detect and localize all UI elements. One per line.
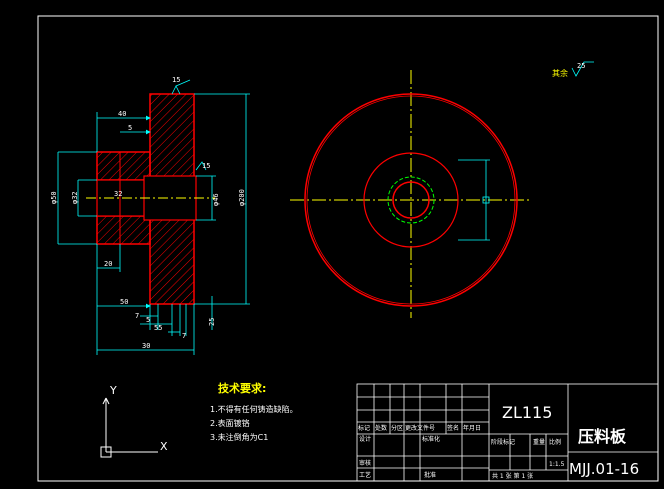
- ucs-axis-icon: [100, 397, 158, 458]
- side-view: [290, 70, 530, 318]
- flange-bore: [143, 175, 197, 221]
- front-section-view: [86, 93, 215, 305]
- roughness-note: 其余 25: [552, 61, 594, 78]
- tb-product-code: ZL115: [502, 403, 552, 422]
- dim-50: 50: [120, 298, 128, 306]
- tb-drawing-no: MJJ.01-16: [569, 460, 639, 478]
- roughness-value: 25: [577, 62, 585, 70]
- note-item-2: 2.表面镀铬: [210, 418, 250, 428]
- tb-part-name: 压料板: [578, 427, 627, 446]
- tb-label-date: 年月日: [463, 424, 481, 432]
- notes-title: 技术要求:: [218, 381, 266, 395]
- tb-design: 设计: [359, 435, 371, 443]
- dim-40: 40: [118, 110, 126, 118]
- dim-5: 5: [128, 124, 132, 132]
- axis-y-label: Y: [109, 384, 117, 397]
- roughness-15: 15: [172, 76, 180, 84]
- title-block-text: 标记 处数 分区 更改文件号 签名 年月日 设计 标准化 审核 工艺 批准 阶段…: [358, 403, 639, 480]
- technical-notes: 技术要求: 1.不得有任何铸造缺陷。 2.表面镀铬 3.未注倒角为C1: [210, 381, 298, 442]
- hub-top-hatch: [96, 151, 151, 181]
- tb-approve: 批准: [424, 471, 436, 479]
- cad-drawing-canvas: 40 5 15 15 φ50 φ32 32 φ46 φ200 20 50 7 5…: [37, 15, 659, 482]
- hub-bottom-hatch: [96, 215, 151, 245]
- tb-review: 审核: [359, 459, 371, 467]
- tb-process: 工艺: [359, 471, 371, 479]
- tb-scale-value: 1:1.5: [549, 461, 565, 468]
- tb-scale: 比例: [549, 438, 561, 446]
- dim-30: 30: [142, 342, 150, 350]
- tb-standardize: 标准化: [422, 435, 440, 443]
- tb-stage-mark: 阶段标记: [491, 438, 515, 446]
- dim-phi46: φ46: [212, 193, 220, 206]
- dim-20: 20: [104, 260, 112, 268]
- tb-sheets: 共 1 张 第 1 张: [492, 472, 533, 480]
- roughness-label: 其余: [552, 68, 568, 78]
- dim-55: 55: [154, 324, 162, 332]
- dim-5b: 5: [146, 316, 150, 324]
- note-item-1: 1.不得有任何铸造缺陷。: [210, 404, 298, 414]
- axis-x-label: X: [160, 440, 168, 453]
- dim-32: 32: [114, 190, 122, 198]
- dim-15: 15: [202, 162, 210, 170]
- tb-weight: 重量: [533, 438, 545, 446]
- tb-label-sign: 签名: [447, 424, 459, 432]
- dim-phi200: φ200: [238, 189, 246, 206]
- note-item-3: 3.未注倒角为C1: [210, 432, 268, 442]
- dim-phi50: φ50: [50, 191, 58, 204]
- dim-7a: 7: [135, 312, 139, 320]
- tb-label-zone: 分区: [391, 424, 403, 432]
- drawing-frame: [37, 15, 659, 482]
- tb-label-mark: 标记: [358, 424, 370, 432]
- tb-label-change: 更改文件号: [405, 424, 435, 432]
- dim-phi32: φ32: [71, 191, 79, 204]
- dim-7b: 7: [182, 332, 186, 340]
- dim-25: 25: [208, 318, 216, 326]
- tb-label-count: 处数: [375, 424, 387, 432]
